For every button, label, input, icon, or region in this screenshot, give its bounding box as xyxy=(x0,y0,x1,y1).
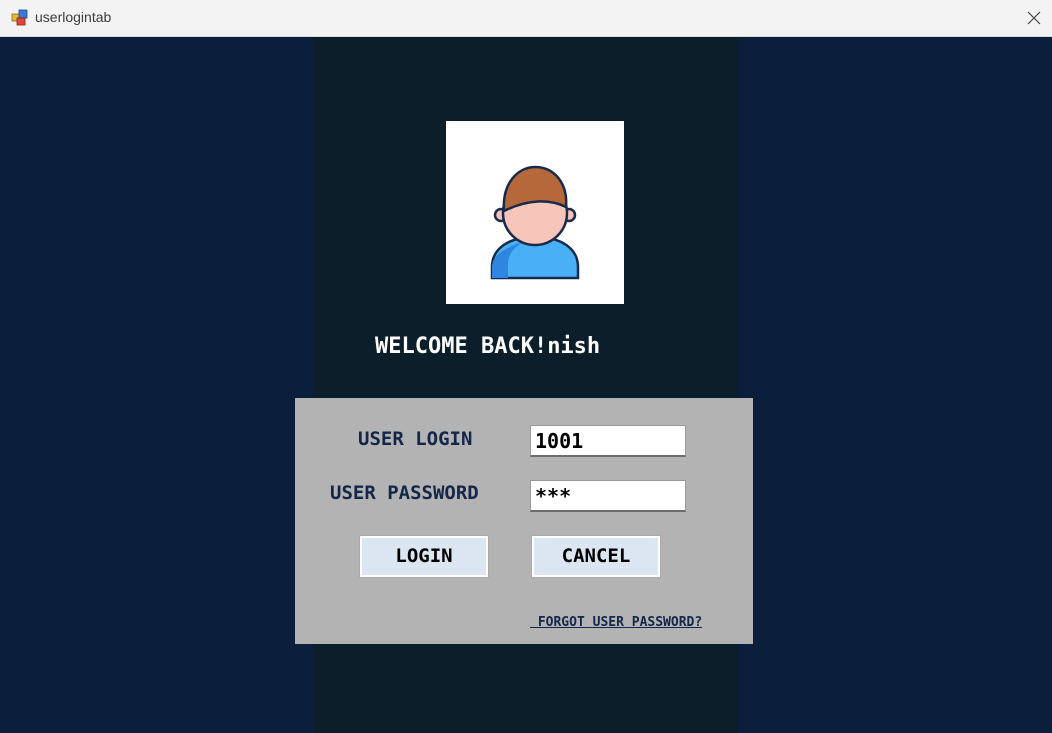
window-title: userlogintab xyxy=(35,9,112,25)
title-bar: userlogintab xyxy=(0,0,1052,37)
user-login-input[interactable] xyxy=(530,425,686,457)
welcome-username: nish xyxy=(547,334,601,359)
welcome-prefix: WELCOME BACK! xyxy=(375,334,548,359)
close-button[interactable] xyxy=(1016,0,1052,36)
forgot-password-link[interactable]: FORGOT USER PASSWORD? xyxy=(530,615,702,630)
user-avatar-icon xyxy=(490,165,580,280)
cancel-button[interactable]: CANCEL xyxy=(531,535,661,578)
avatar-picture xyxy=(446,121,624,304)
app-icon xyxy=(11,9,29,27)
welcome-message: WELCOME BACK!nish xyxy=(375,334,600,359)
user-password-input[interactable] xyxy=(530,480,686,512)
login-button[interactable]: LOGIN xyxy=(359,535,489,578)
form-client-area: WELCOME BACK!nish USER LOGIN USER PASSWO… xyxy=(1,37,1051,733)
close-icon xyxy=(1027,11,1041,25)
user-login-label: USER LOGIN xyxy=(358,428,473,450)
user-password-label: USER PASSWORD xyxy=(330,482,479,504)
login-form-panel: USER LOGIN USER PASSWORD LOGIN CANCEL FO… xyxy=(295,398,753,644)
